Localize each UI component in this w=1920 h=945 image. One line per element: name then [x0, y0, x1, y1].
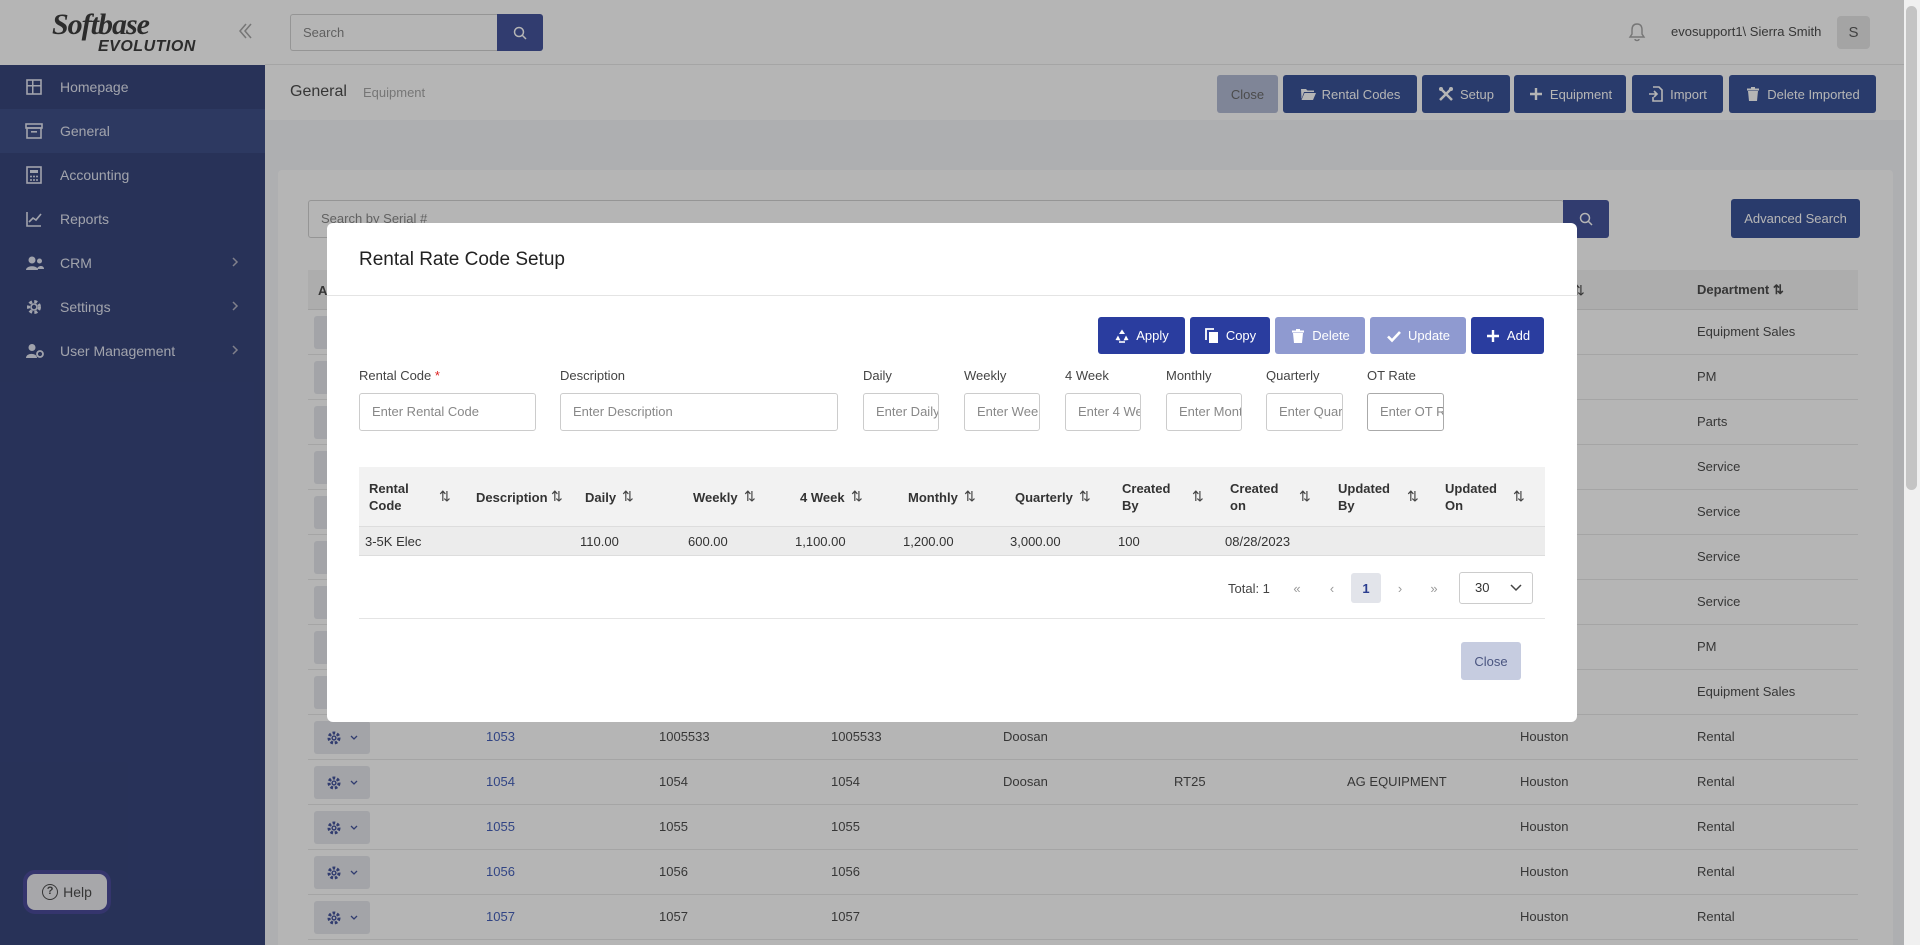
four-week-input[interactable]: Enter 4 Week: [1065, 393, 1141, 431]
created-by-cell: 100: [1118, 534, 1140, 549]
weekly-cell: 600.00: [688, 534, 728, 549]
apply-button[interactable]: Apply: [1098, 317, 1185, 354]
button-label: Apply: [1136, 328, 1169, 343]
add-button[interactable]: Add: [1471, 317, 1544, 354]
required-marker: *: [434, 368, 440, 383]
monthly-input[interactable]: Enter Monthly: [1166, 393, 1242, 431]
column-label: Updated: [1338, 481, 1390, 496]
rental-rate-code-modal: Rental Rate Code Setup Apply Copy Delete…: [327, 223, 1577, 722]
pager-total: Total: 1: [1228, 581, 1270, 596]
check-icon: [1387, 330, 1401, 342]
column-header-updated-on[interactable]: Updated On ⇅: [1445, 467, 1545, 527]
column-label: On: [1445, 498, 1464, 513]
column-header-rental-code[interactable]: Rental Code ⇅: [369, 467, 469, 527]
weekly-input[interactable]: Enter Weekly: [964, 393, 1040, 431]
divider: [359, 618, 1545, 619]
daily-cell: 110.00: [580, 534, 619, 549]
rate-code-table-header: Rental Code ⇅ Description ⇅ Daily ⇅ Weekly ⇅ …: [359, 467, 1545, 527]
column-header-created-by[interactable]: Created By ⇅: [1122, 467, 1222, 527]
column-header-created-on[interactable]: Created on ⇅: [1230, 467, 1330, 527]
next-page-icon[interactable]: ›: [1385, 573, 1415, 603]
column-label: Updated: [1445, 481, 1497, 496]
modal-title: Rental Rate Code Setup: [359, 249, 565, 270]
monthly-cell: 1,200.00: [903, 534, 954, 549]
four-week-cell: 1,100.00: [795, 534, 846, 549]
button-label: Copy: [1225, 328, 1257, 343]
weekly-label: Weekly: [964, 368, 1007, 383]
sort-icon: ⇅: [851, 488, 863, 504]
column-label: Quarterly: [1015, 489, 1073, 505]
first-page-icon[interactable]: «: [1282, 573, 1312, 603]
column-header-description[interactable]: Description ⇅: [476, 467, 576, 527]
quarterly-label: Quarterly: [1266, 368, 1320, 383]
page-number-current[interactable]: 1: [1351, 573, 1381, 603]
ot-rate-input[interactable]: Enter OT Rate: [1367, 393, 1444, 431]
modal-close-button[interactable]: Close: [1461, 642, 1521, 680]
button-label: Update: [1408, 328, 1450, 343]
column-header-monthly[interactable]: Monthly ⇅: [908, 467, 1008, 527]
rental-code-cell: 3-5K Elec: [365, 534, 422, 549]
sort-icon: ⇅: [1192, 488, 1204, 504]
last-page-icon[interactable]: »: [1419, 573, 1449, 603]
monthly-label: Monthly: [1166, 368, 1212, 383]
sort-icon: ⇅: [622, 488, 634, 504]
sort-icon: ⇅: [744, 488, 756, 504]
created-on-cell: 08/28/2023: [1225, 534, 1291, 549]
quarterly-input[interactable]: Enter Quarterly: [1266, 393, 1343, 431]
previous-page-icon[interactable]: ‹: [1317, 573, 1347, 603]
column-header-weekly[interactable]: Weekly ⇅: [693, 467, 793, 527]
scrollbar-thumb[interactable]: [1906, 6, 1917, 490]
recycle-icon: [1115, 329, 1129, 343]
ot-rate-label: OT Rate: [1367, 368, 1416, 383]
sort-icon: ⇅: [964, 488, 976, 504]
rental-code-label: Rental Code *: [359, 368, 440, 383]
daily-input[interactable]: Enter Daily: [863, 393, 939, 431]
column-label: Weekly: [693, 489, 738, 505]
sort-icon: ⇅: [551, 488, 563, 504]
sort-icon: ⇅: [1299, 488, 1311, 504]
column-label: Monthly: [908, 489, 958, 505]
column-label: Code: [369, 498, 402, 513]
column-label: 4 Week: [800, 489, 845, 505]
label-text: Rental Code: [359, 368, 432, 383]
copy-button[interactable]: Copy: [1190, 317, 1270, 354]
table-row[interactable]: 3-5K Elec 110.00 600.00 1,100.00 1,200.0…: [359, 527, 1545, 556]
column-label: Daily: [585, 489, 617, 505]
quarterly-cell: 3,000.00: [1010, 534, 1061, 549]
column-label: Created: [1122, 481, 1171, 496]
rental-code-input[interactable]: Enter Rental Code: [359, 393, 536, 431]
column-label: on: [1230, 498, 1246, 513]
description-label: Description: [560, 368, 626, 383]
column-header-updated-by[interactable]: Updated By ⇅: [1338, 467, 1438, 527]
copy-icon: [1204, 327, 1218, 343]
sort-icon: ⇅: [1407, 488, 1419, 504]
daily-label: Daily: [863, 368, 892, 383]
column-header-quarterly[interactable]: Quarterly ⇅: [1015, 467, 1115, 527]
column-label: By: [1122, 498, 1139, 513]
sort-icon: ⇅: [1079, 488, 1091, 504]
divider: [327, 295, 1577, 296]
column-label: By: [1338, 498, 1355, 513]
sort-icon: ⇅: [439, 488, 451, 504]
delete-button[interactable]: Delete: [1275, 317, 1365, 354]
button-label: Add: [1506, 328, 1531, 343]
chevron-down-icon: [1510, 584, 1522, 592]
column-header-daily[interactable]: Daily ⇅: [585, 467, 685, 527]
update-button[interactable]: Update: [1370, 317, 1466, 354]
column-label: Rental: [369, 481, 409, 496]
page-size-value: 30: [1475, 580, 1490, 595]
column-label: Description: [476, 489, 548, 505]
column-header-four-week[interactable]: 4 Week ⇅: [800, 467, 900, 527]
four-week-label: 4 Week: [1065, 368, 1109, 383]
sort-icon: ⇅: [1513, 488, 1525, 504]
description-input[interactable]: Enter Description: [560, 393, 838, 431]
page-size-select[interactable]: 30: [1459, 572, 1533, 604]
plus-icon: [1486, 329, 1499, 342]
trash-icon: [1292, 328, 1305, 343]
button-label: Delete: [1312, 328, 1350, 343]
column-label: Created: [1230, 481, 1279, 496]
